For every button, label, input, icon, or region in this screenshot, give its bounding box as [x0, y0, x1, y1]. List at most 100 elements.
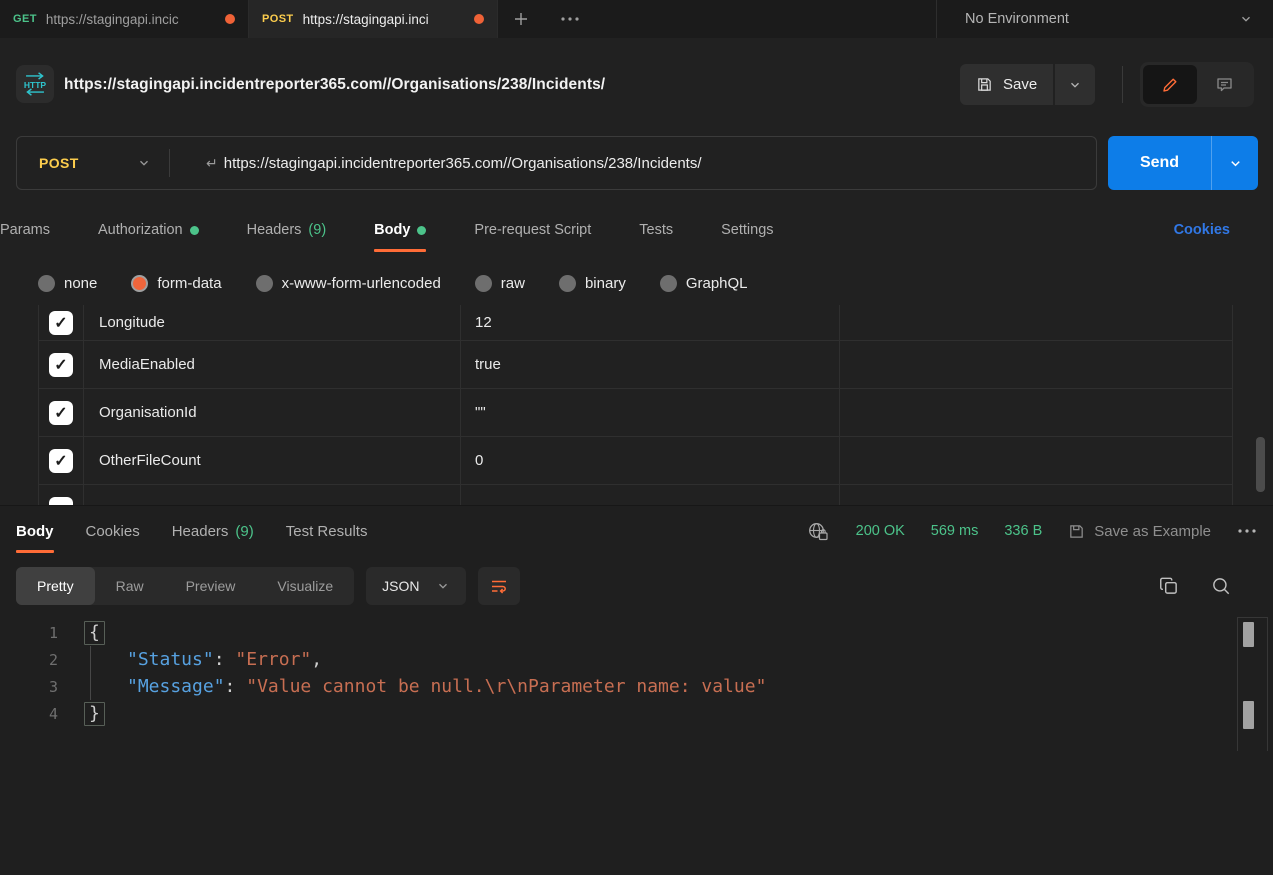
tab-label: Cookies — [86, 523, 140, 540]
table-row-clipped — [39, 485, 1232, 505]
save-options-caret[interactable] — [1055, 64, 1095, 105]
row-checkbox-cell — [39, 485, 84, 505]
send-button[interactable]: Send — [1108, 136, 1211, 190]
tab-settings[interactable]: Settings — [721, 205, 773, 255]
response-tabs: Body Cookies Headers (9) Test Results — [16, 506, 367, 556]
request-tabs: Params Authorization Headers (9) Body Pr… — [0, 205, 1273, 255]
body-mode-binary[interactable]: binary — [559, 275, 626, 292]
request-tab-post-active[interactable]: POST https://stagingapi.inci — [249, 0, 498, 38]
tab-authorization[interactable]: Authorization — [98, 205, 199, 255]
environment-label: No Environment — [965, 11, 1069, 27]
headers-count: (9) — [235, 523, 253, 540]
indent-guide — [90, 646, 91, 700]
wrap-lines-button[interactable] — [478, 567, 520, 605]
copy-response-button[interactable] — [1158, 575, 1180, 597]
row-checkbox[interactable]: ✓ — [49, 449, 73, 473]
body-mode-graphql[interactable]: GraphQL — [660, 275, 748, 292]
url-input[interactable]: ↵ https://stagingapi.incidentreporter365… — [170, 155, 702, 172]
comments-button[interactable] — [1197, 65, 1251, 104]
body-mode-none[interactable]: none — [38, 275, 97, 292]
row-checkbox[interactable]: ✓ — [49, 401, 73, 425]
response-time[interactable]: 569 ms — [931, 523, 979, 539]
save-floppy-icon — [976, 76, 993, 93]
tab-url-text: https://stagingapi.inci — [303, 12, 465, 27]
table-row: ✓ MediaEnabled true — [39, 341, 1232, 389]
description-cell[interactable] — [840, 305, 1232, 340]
table-scrollbar-thumb[interactable] — [1256, 437, 1265, 492]
key-cell[interactable] — [84, 485, 461, 505]
tab-pre-request-script[interactable]: Pre-request Script — [474, 205, 591, 255]
send-options-caret[interactable] — [1211, 136, 1258, 190]
description-cell[interactable] — [840, 341, 1232, 388]
value-cell[interactable]: 0 — [461, 437, 840, 484]
radio-icon — [475, 275, 492, 292]
code-line: 1 { — [0, 619, 1237, 646]
search-response-button[interactable] — [1210, 575, 1232, 597]
value-cell[interactable]: 12 — [461, 305, 840, 340]
code-scrollbar-mark[interactable] — [1243, 701, 1254, 729]
tab-headers[interactable]: Headers (9) — [247, 205, 327, 255]
value-cell[interactable] — [461, 485, 840, 505]
status-badge[interactable]: 200 OK — [856, 523, 905, 539]
response-body-json[interactable]: 1 { 2 "Status": "Error", 3 "Message": "V… — [0, 619, 1237, 727]
tab-label: Headers — [247, 222, 302, 238]
key-cell[interactable]: MediaEnabled — [84, 341, 461, 388]
edit-documentation-button[interactable] — [1143, 65, 1197, 104]
view-mode-pretty[interactable]: Pretty — [16, 567, 95, 605]
description-cell[interactable] — [840, 437, 1232, 484]
key-cell[interactable]: OtherFileCount — [84, 437, 461, 484]
tab-params[interactable]: Params — [0, 205, 50, 255]
request-tabs-row: Params Authorization Headers (9) Body Pr… — [0, 205, 1273, 255]
key-cell[interactable]: Longitude — [84, 305, 461, 340]
line-number: 4 — [0, 705, 58, 723]
code-scrollbar-mark[interactable] — [1243, 622, 1254, 647]
response-tab-body[interactable]: Body — [16, 506, 54, 556]
row-checkbox[interactable]: ✓ — [49, 311, 73, 335]
json-key: "Status" — [127, 649, 214, 670]
body-mode-raw[interactable]: raw — [475, 275, 525, 292]
row-checkbox[interactable]: ✓ — [49, 353, 73, 377]
fold-toggle[interactable]: { — [84, 621, 105, 645]
key-cell[interactable]: OrganisationId — [84, 389, 461, 436]
response-options-icon[interactable] — [1237, 528, 1257, 534]
response-tab-cookies[interactable]: Cookies — [86, 506, 140, 556]
request-tab-get[interactable]: GET https://stagingapi.incic — [0, 0, 249, 38]
save-floppy-icon — [1068, 523, 1085, 540]
pencil-icon — [1161, 76, 1179, 94]
save-as-example-label: Save as Example — [1094, 523, 1211, 540]
environment-selector[interactable]: No Environment — [936, 0, 1273, 38]
request-tab-bar: GET https://stagingapi.incic POST https:… — [0, 0, 1273, 38]
tab-body[interactable]: Body — [374, 205, 426, 255]
tab-label: Params — [0, 222, 50, 238]
value-cell[interactable]: "" — [461, 389, 840, 436]
postman-window: GET https://stagingapi.incic POST https:… — [0, 0, 1273, 875]
code-line: 4 } — [0, 700, 1237, 727]
save-as-example-button[interactable]: Save as Example — [1068, 523, 1211, 540]
new-tab-button[interactable] — [498, 0, 544, 38]
headers-count: (9) — [308, 222, 326, 238]
description-cell[interactable] — [840, 485, 1232, 505]
response-tab-test-results[interactable]: Test Results — [286, 506, 368, 556]
response-tab-headers[interactable]: Headers (9) — [172, 506, 254, 556]
view-mode-raw[interactable]: Raw — [95, 567, 165, 605]
method-selector[interactable]: POST — [17, 137, 169, 189]
return-key-icon: ↵ — [206, 155, 218, 172]
json-key: "Message" — [127, 676, 225, 697]
fold-toggle[interactable]: } — [84, 702, 105, 726]
description-cell[interactable] — [840, 389, 1232, 436]
row-checkbox[interactable] — [49, 497, 73, 505]
language-selector[interactable]: JSON — [366, 567, 465, 605]
view-mode-preview[interactable]: Preview — [165, 567, 257, 605]
tab-options-button[interactable] — [544, 0, 596, 38]
body-mode-form-data[interactable]: form-data — [131, 275, 221, 292]
body-mode-x-www-form-urlencoded[interactable]: x-www-form-urlencoded — [256, 275, 441, 292]
response-size[interactable]: 336 B — [1004, 523, 1042, 539]
save-button[interactable]: Save — [960, 64, 1053, 105]
table-row: ✓ OtherFileCount 0 — [39, 437, 1232, 485]
tab-tests[interactable]: Tests — [639, 205, 673, 255]
cookies-link[interactable]: Cookies — [1174, 205, 1230, 255]
save-button-group: Save — [960, 64, 1095, 105]
row-checkbox-cell: ✓ — [39, 305, 84, 340]
view-mode-visualize[interactable]: Visualize — [256, 567, 354, 605]
value-cell[interactable]: true — [461, 341, 840, 388]
